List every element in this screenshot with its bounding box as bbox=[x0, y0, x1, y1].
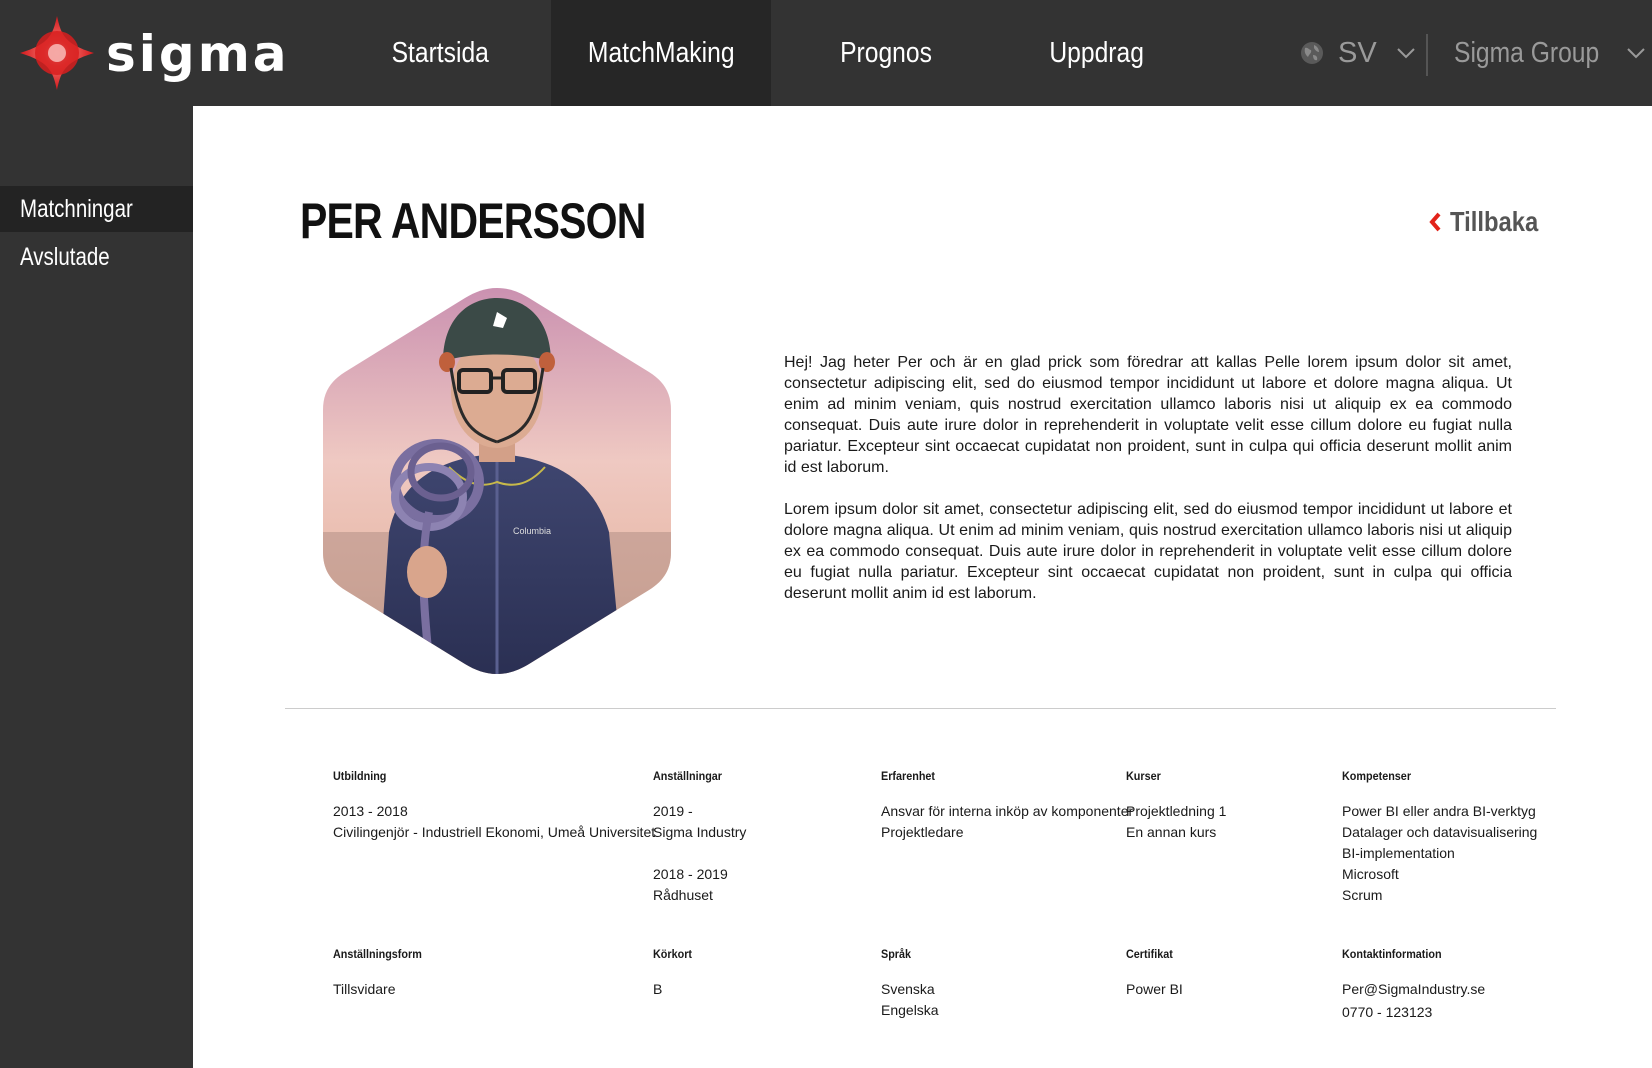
nav-label: Startsida bbox=[391, 37, 489, 69]
sigma-logo[interactable]: sigma bbox=[18, 14, 288, 92]
field-value: Rådhuset bbox=[653, 887, 713, 903]
brand-name: sigma bbox=[106, 25, 290, 83]
globe-icon bbox=[1301, 42, 1323, 64]
field-label: Språk bbox=[881, 947, 912, 961]
nav-label: MatchMaking bbox=[587, 37, 735, 69]
language-selector[interactable]: SV bbox=[1300, 30, 1415, 76]
field-value: Power BI eller andra BI-verktyg bbox=[1342, 803, 1536, 819]
field-value: 2018 - 2019 bbox=[653, 866, 728, 882]
field-label: Erfarenhet bbox=[881, 769, 936, 783]
field-anstallningsform: Anställningsform Tillsvidare bbox=[333, 944, 432, 1000]
field-kontaktinformation: Kontaktinformation Per@SigmaIndustry.se … bbox=[1342, 944, 1485, 1023]
field-value: Civilingenjör - Industriell Ekonomi, Ume… bbox=[333, 824, 656, 840]
nav-divider bbox=[1426, 34, 1428, 76]
chevron-down-icon bbox=[1627, 48, 1645, 59]
sidebar-item-label: Avslutade bbox=[20, 243, 110, 271]
nav-uppdrag[interactable]: Uppdrag bbox=[997, 0, 1197, 106]
nav-startsida[interactable]: Startsida bbox=[340, 0, 540, 106]
profile-name: PER ANDERSSON bbox=[300, 193, 646, 249]
field-value: Svenska bbox=[881, 981, 935, 997]
chevron-left-icon bbox=[1429, 212, 1441, 232]
nav-label: Uppdrag bbox=[1049, 37, 1145, 69]
field-label: Anställningar bbox=[653, 769, 723, 783]
nav-matchmaking[interactable]: MatchMaking bbox=[551, 0, 771, 106]
top-navigation: sigma Startsida MatchMaking Prognos Uppd… bbox=[0, 0, 1652, 106]
profile-photo: Columbia bbox=[323, 288, 671, 674]
field-label: Utbildning bbox=[333, 769, 387, 783]
chevron-down-icon bbox=[1396, 48, 1415, 59]
field-label: Anställningsform bbox=[333, 947, 422, 961]
field-value: Tillsvidare bbox=[333, 981, 396, 997]
field-value: Microsoft bbox=[1342, 866, 1399, 882]
sidebar-item-label: Matchningar bbox=[20, 195, 133, 223]
field-anstallningar: Anställningar 2019 - Sigma Industry 2018… bbox=[653, 766, 746, 906]
nav-label: Prognos bbox=[840, 37, 932, 69]
sidebar-item-matchningar[interactable]: Matchningar bbox=[0, 186, 193, 232]
field-value: 2019 - bbox=[653, 803, 693, 819]
field-label: Kontaktinformation bbox=[1342, 947, 1442, 961]
field-label: Körkort bbox=[653, 947, 693, 961]
field-value: Scrum bbox=[1342, 887, 1383, 903]
field-value: En annan kurs bbox=[1126, 824, 1217, 840]
contact-phone[interactable]: 0770 - 123123 bbox=[1342, 1002, 1485, 1023]
field-value: Sigma Industry bbox=[653, 824, 747, 840]
field-value: B bbox=[653, 981, 663, 997]
nav-prognos[interactable]: Prognos bbox=[786, 0, 986, 106]
field-value: Ansvar för interna inköp av komponenter bbox=[881, 803, 1134, 819]
sigma-logo-mark-icon bbox=[20, 16, 94, 90]
bio-paragraph: Lorem ipsum dolor sit amet, consectetur … bbox=[784, 501, 1512, 602]
back-label: Tillbaka bbox=[1450, 206, 1539, 237]
field-label: Kompetenser bbox=[1342, 769, 1412, 783]
field-korkort: Körkort B bbox=[653, 944, 696, 1000]
bio-paragraph: Hej! Jag heter Per och är en glad prick … bbox=[784, 354, 1512, 476]
sidebar: Matchningar Avslutade bbox=[0, 106, 193, 1068]
field-value: Engelska bbox=[881, 1002, 939, 1018]
field-certifikat: Certifikat Power BI bbox=[1126, 944, 1183, 1000]
field-sprak: Språk Svenska Engelska bbox=[881, 944, 939, 1021]
field-kurser: Kurser Projektledning 1 En annan kurs bbox=[1126, 766, 1226, 843]
company-label: Sigma Group bbox=[1454, 36, 1600, 69]
field-value: 2013 - 2018 bbox=[333, 803, 408, 819]
field-value: Projektledning 1 bbox=[1126, 803, 1227, 819]
contact-email[interactable]: Per@SigmaIndustry.se bbox=[1342, 979, 1485, 1000]
main-content: PER ANDERSSON Tillbaka Columbia Hej! Jag… bbox=[193, 106, 1652, 1068]
field-value: Datalager och datavisualisering bbox=[1342, 824, 1538, 840]
field-label: Kurser bbox=[1126, 769, 1161, 783]
field-erfarenhet: Erfarenhet Ansvar för interna inköp av k… bbox=[881, 766, 1133, 843]
field-utbildning: Utbildning 2013 - 2018 Civilingenjör - I… bbox=[333, 766, 655, 843]
sidebar-item-avslutade[interactable]: Avslutade bbox=[0, 234, 193, 280]
field-kompetenser: Kompetenser Power BI eller andra BI-verk… bbox=[1342, 766, 1537, 906]
section-divider bbox=[285, 708, 1556, 709]
field-value: Projektledare bbox=[881, 824, 964, 840]
field-label: Certifikat bbox=[1126, 947, 1173, 961]
language-label: SV bbox=[1338, 36, 1377, 69]
field-value: BI-implementation bbox=[1342, 845, 1455, 861]
company-selector[interactable]: Sigma Group bbox=[1454, 30, 1645, 76]
back-link[interactable]: Tillbaka bbox=[1428, 206, 1554, 238]
profile-bio: Hej! Jag heter Per och är en glad prick … bbox=[784, 352, 1512, 625]
jacket-brand-text: Columbia bbox=[513, 526, 551, 536]
field-value: Power BI bbox=[1126, 981, 1183, 997]
